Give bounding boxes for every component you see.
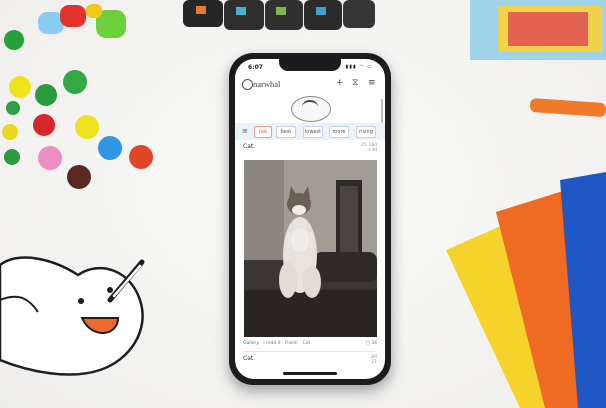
post-footer: Gallery · i.redd.it · Fixed: · Cat ▢ 34 — [243, 341, 377, 349]
post-image[interactable] — [244, 160, 377, 337]
comment-count[interactable]: ▢ 34 — [366, 341, 377, 346]
post-source-sub[interactable]: Gallery — [243, 341, 259, 346]
candy — [38, 146, 62, 170]
sort-tab-lowest[interactable]: lowest — [303, 126, 323, 138]
candy — [4, 30, 24, 50]
gummy-bear-red — [60, 5, 86, 27]
status-icons: ▮▮▮ ◠ ▭ — [345, 64, 373, 70]
home-indicator[interactable] — [283, 372, 337, 375]
post-header[interactable]: Cat. 3M 21 — [243, 355, 377, 367]
pen — [529, 98, 606, 117]
candy — [63, 70, 87, 94]
candy — [9, 76, 31, 98]
candy — [6, 101, 20, 115]
phone-notch — [279, 59, 341, 71]
candy — [4, 149, 20, 165]
sort-tab-best[interactable]: best — [276, 126, 296, 138]
sort-tab-hot[interactable]: hot — [254, 126, 272, 138]
subreddit-banner — [235, 95, 385, 122]
menu-button[interactable]: ≡ — [368, 78, 376, 88]
sort-menu-icon[interactable]: ≡ — [242, 127, 248, 135]
post-age: +3d — [367, 148, 378, 153]
phone-screen: 6:07 ▮▮▮ ◠ ▭ narwhal + ⧖ ≡ ≡ hot best lo… — [235, 59, 385, 379]
subreddit-icon-art — [302, 100, 318, 114]
sort-tab-rising[interactable]: rising — [356, 126, 376, 138]
comment-count-value: 34 — [371, 341, 377, 346]
marker — [343, 0, 375, 28]
candy — [33, 114, 55, 136]
sort-tab-more[interactable]: more — [329, 126, 349, 138]
app-name: narwhal — [253, 79, 281, 89]
add-button[interactable]: + — [336, 78, 344, 88]
post-meta: 3M 21 — [370, 355, 377, 365]
desk-scene: 6:07 ▮▮▮ ◠ ▭ narwhal + ⧖ ≡ ≡ hot best lo… — [0, 0, 606, 408]
candy — [35, 84, 57, 106]
status-time: 6:07 — [248, 64, 263, 71]
post-divider — [243, 351, 377, 352]
candy — [2, 124, 18, 140]
post-meta: 25 18d +3d — [361, 143, 377, 153]
post-source[interactable]: Gallery · i.redd.it · Fixed: · Cat — [243, 341, 310, 346]
post-header[interactable]: Cat. 25 18d +3d — [243, 143, 377, 155]
candy — [98, 136, 122, 160]
narwhal-logo-icon — [242, 79, 253, 90]
candy — [75, 115, 99, 139]
post-title[interactable]: Cat. — [243, 143, 255, 150]
candy — [129, 145, 153, 169]
smartphone: 6:07 ▮▮▮ ◠ ▭ narwhal + ⧖ ≡ ≡ hot best lo… — [229, 53, 391, 385]
cat-photo — [244, 160, 377, 337]
scrollbar[interactable] — [381, 99, 383, 125]
candy — [81, 91, 103, 113]
sort-bar: ≡ hot best lowest more rising — [235, 123, 385, 140]
candy — [67, 165, 91, 189]
post-title[interactable]: Cat. — [243, 355, 255, 362]
filter-icon[interactable]: ⧖ — [352, 78, 358, 88]
narwhal-sticker — [0, 256, 144, 376]
gummy-bear-yellow — [86, 4, 102, 18]
post-source-rest: · i.redd.it · Fixed: · Cat — [259, 341, 311, 346]
app-header: narwhal + ⧖ ≡ — [235, 75, 385, 93]
post-age: 21 — [371, 360, 377, 365]
